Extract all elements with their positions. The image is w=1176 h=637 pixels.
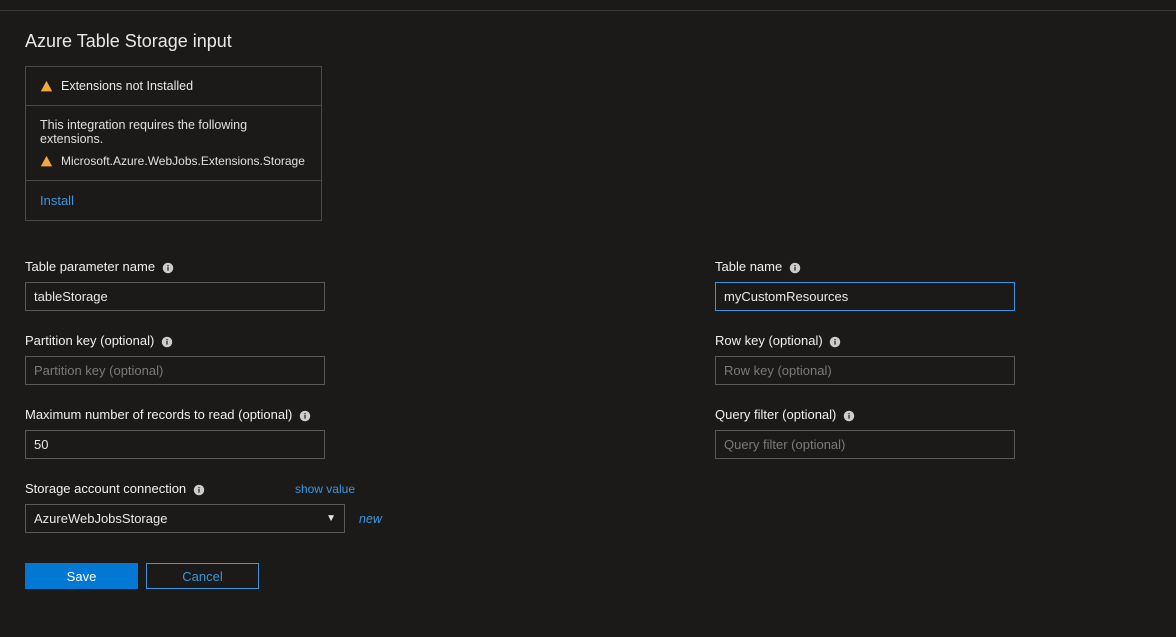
notice-header: Extensions not Installed — [26, 67, 321, 106]
save-button[interactable]: Save — [25, 563, 138, 589]
info-icon[interactable] — [829, 336, 841, 348]
query-filter-input[interactable] — [715, 430, 1015, 459]
field-row-key: Row key (optional) — [715, 333, 1151, 385]
cancel-button[interactable]: Cancel — [146, 563, 259, 589]
install-link[interactable]: Install — [40, 193, 74, 208]
field-query-filter: Query filter (optional) — [715, 407, 1151, 459]
field-table-name: Table name — [715, 259, 1151, 311]
label-row-key: Row key (optional) — [715, 333, 1151, 348]
info-icon[interactable] — [299, 410, 311, 422]
field-partition-key: Partition key (optional) — [25, 333, 385, 385]
notice-body: This integration requires the following … — [26, 106, 321, 181]
partition-key-input[interactable] — [25, 356, 325, 385]
extensions-notice: Extensions not Installed This integratio… — [25, 66, 322, 221]
info-icon[interactable] — [193, 484, 205, 496]
notice-footer: Install — [26, 181, 321, 220]
extension-line: Microsoft.Azure.WebJobs.Extensions.Stora… — [40, 154, 307, 168]
show-value-link[interactable]: show value — [295, 482, 355, 496]
info-icon[interactable] — [161, 336, 173, 348]
field-max-records: Maximum number of records to read (optio… — [25, 407, 385, 459]
max-records-input[interactable] — [25, 430, 325, 459]
table-parameter-name-input[interactable] — [25, 282, 325, 311]
top-divider — [0, 10, 1176, 11]
label-query-filter: Query filter (optional) — [715, 407, 1151, 422]
info-icon[interactable] — [162, 262, 174, 274]
row-key-input[interactable] — [715, 356, 1015, 385]
label-storage-connection: Storage account connection — [25, 481, 205, 496]
field-storage-connection: Storage account connection show value Az… — [25, 481, 385, 533]
table-name-input[interactable] — [715, 282, 1015, 311]
storage-connection-select[interactable]: AzureWebJobsStorage ▼ — [25, 504, 345, 533]
label-table-parameter-name: Table parameter name — [25, 259, 385, 274]
label-max-records: Maximum number of records to read (optio… — [25, 407, 385, 422]
chevron-down-icon: ▼ — [326, 513, 336, 524]
notice-header-text: Extensions not Installed — [61, 79, 193, 93]
warning-icon — [40, 80, 53, 93]
storage-connection-selected: AzureWebJobsStorage — [34, 511, 167, 526]
label-table-name: Table name — [715, 259, 1151, 274]
info-icon[interactable] — [789, 262, 801, 274]
notice-body-text: This integration requires the following … — [40, 118, 307, 146]
extension-name: Microsoft.Azure.WebJobs.Extensions.Stora… — [61, 154, 305, 168]
label-partition-key: Partition key (optional) — [25, 333, 385, 348]
page-title: Azure Table Storage input — [25, 31, 1151, 52]
warning-icon — [40, 155, 53, 168]
new-connection-link[interactable]: new — [359, 512, 382, 526]
field-table-parameter-name: Table parameter name — [25, 259, 385, 311]
info-icon[interactable] — [843, 410, 855, 422]
